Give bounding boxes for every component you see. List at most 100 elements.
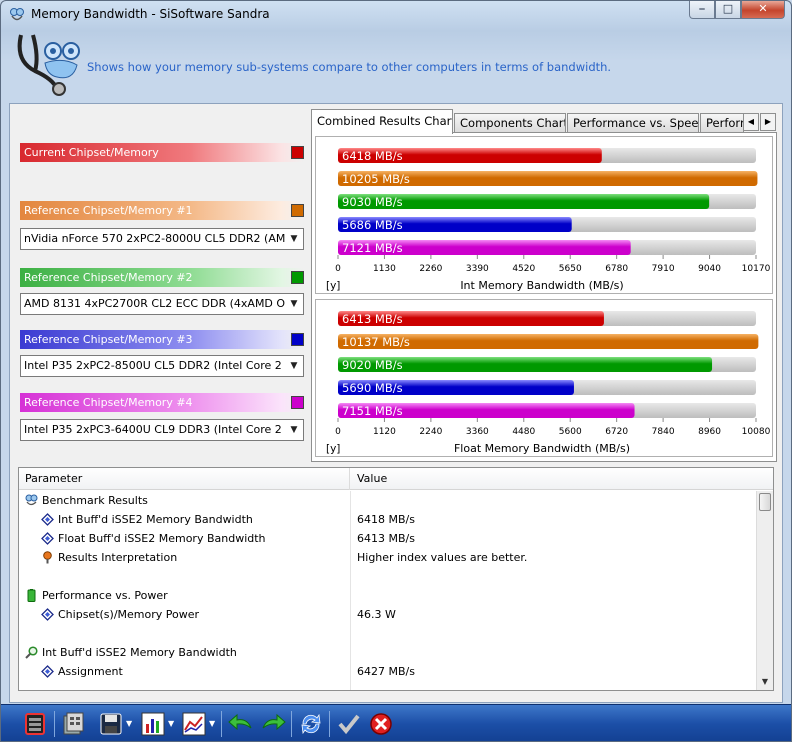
current-chipset-text: Current Chipset/Memory bbox=[24, 146, 159, 159]
bar-value-label: 6418 MB/s bbox=[342, 149, 403, 163]
bar-value-label: 10205 MB/s bbox=[342, 172, 410, 186]
tab-scroll-right-icon[interactable]: ▶ bbox=[760, 113, 776, 131]
tick-label: 8960 bbox=[698, 427, 721, 437]
int-bandwidth-chart: 6418 MB/s 10205 MB/s 9030 MB/s 5686 MB/s 712… bbox=[315, 136, 773, 294]
tick-label: 7910 bbox=[652, 264, 675, 274]
refresh-icon[interactable] bbox=[297, 710, 325, 738]
close-button[interactable]: ✕ bbox=[741, 1, 785, 19]
chevron-down-icon[interactable]: ▼ bbox=[285, 229, 303, 249]
tick-label: 10170 bbox=[742, 264, 771, 274]
tick-label: 2240 bbox=[419, 427, 442, 437]
line-chart-icon[interactable] bbox=[180, 710, 208, 738]
toolbar-separator bbox=[329, 711, 330, 737]
parameter-cell: Int Buff'd iSSE2 Memory Bandwidth bbox=[42, 646, 237, 659]
report-icon[interactable] bbox=[59, 710, 87, 738]
parameter-cell: Performance vs. Power bbox=[42, 589, 168, 602]
tab-performance-vs-speed[interactable]: Performance vs. Speed bbox=[567, 113, 699, 133]
tick-label: 2260 bbox=[419, 264, 442, 274]
title-bar: Memory Bandwidth - SiSoftware Sandra ⎯ □… bbox=[1, 1, 791, 29]
bar-value-label: 9030 MB/s bbox=[342, 195, 403, 209]
tick-label: 3390 bbox=[466, 264, 489, 274]
sandra-app-icon bbox=[10, 8, 24, 21]
minimize-button[interactable]: ⎯ bbox=[689, 1, 715, 19]
tab-scroll-left-icon[interactable]: ◀ bbox=[743, 113, 759, 131]
table-row[interactable]: Int Buff'd iSSE2 Memory Bandwidth 6418 MB… bbox=[19, 510, 756, 529]
bar-chart-icon[interactable] bbox=[139, 710, 167, 738]
table-row[interactable]: Float Buff'd iSSE2 Memory Bandwidth 6413 … bbox=[19, 529, 756, 548]
forward-icon[interactable] bbox=[259, 710, 287, 738]
reference-4-color-swatch[interactable] bbox=[291, 396, 304, 409]
reference-3-color-swatch[interactable] bbox=[291, 333, 304, 346]
reference-4-text: Reference Chipset/Memory #4 bbox=[24, 396, 193, 409]
main-content: Current Chipset/Memory Reference Chipset… bbox=[9, 103, 783, 703]
value-cell: Higher index values are better. bbox=[357, 551, 528, 564]
reference-1-color-swatch[interactable] bbox=[291, 204, 304, 217]
table-row[interactable] bbox=[19, 567, 756, 586]
reference-4-selected: Intel P35 2xPC3-6400U CL9 DDR3 (Intel Co… bbox=[24, 423, 286, 436]
memory-module-icon[interactable] bbox=[21, 710, 49, 738]
reference-3-select[interactable]: Intel P35 2xPC2-8500U CL5 DDR2 (Intel Co… bbox=[20, 355, 304, 377]
tick-label: 1130 bbox=[373, 264, 396, 274]
chevron-down-icon[interactable]: ▼ bbox=[285, 420, 303, 440]
diamond-icon bbox=[41, 513, 54, 526]
reference-3-text: Reference Chipset/Memory #3 bbox=[24, 333, 193, 346]
x-axis-label: Int Memory Bandwidth (MB/s) bbox=[460, 279, 623, 292]
table-row[interactable]: Assignment 6427 MB/s bbox=[19, 662, 756, 681]
grid-vertical-scrollbar[interactable]: ▲ ▼ bbox=[756, 491, 773, 690]
parameter-cell: Float Buff'd iSSE2 Memory Bandwidth bbox=[58, 532, 266, 545]
reference-4-select[interactable]: Intel P35 2xPC3-6400U CL9 DDR3 (Intel Co… bbox=[20, 419, 304, 441]
maximize-button[interactable]: □ bbox=[715, 1, 741, 19]
tick-label: 4520 bbox=[512, 264, 535, 274]
value-cell: 6427 MB/s bbox=[357, 665, 415, 678]
parameter-column-header[interactable]: Parameter bbox=[19, 468, 350, 490]
scroll-down-icon[interactable]: ▼ bbox=[757, 674, 773, 690]
bar-value-label: 9020 MB/s bbox=[342, 358, 403, 372]
diamond-icon bbox=[41, 665, 54, 678]
tick-label: 9040 bbox=[698, 264, 721, 274]
line-chart-dropdown-icon[interactable]: ▼ bbox=[209, 717, 217, 731]
results-grid: Parameter Value Benchmark Results Int Buf… bbox=[18, 467, 774, 691]
ok-check-icon[interactable] bbox=[335, 710, 363, 738]
cancel-icon[interactable] bbox=[367, 710, 395, 738]
reference-2-color-swatch[interactable] bbox=[291, 271, 304, 284]
reference-2-selected: AMD 8131 4xPC2700R CL2 ECC DDR (4xAMD Op… bbox=[24, 297, 286, 310]
back-icon[interactable] bbox=[227, 710, 255, 738]
table-row[interactable] bbox=[19, 624, 756, 643]
reference-3-selected: Intel P35 2xPC2-8500U CL5 DDR2 (Intel Co… bbox=[24, 359, 286, 372]
parameter-cell: Int Buff'd iSSE2 Memory Bandwidth bbox=[58, 513, 253, 526]
tab-performance-partial[interactable]: Perform bbox=[700, 113, 744, 133]
table-row[interactable]: Int Buff'd iSSE2 Memory Bandwidth bbox=[19, 643, 756, 662]
value-column-header[interactable]: Value bbox=[351, 468, 387, 490]
float-bandwidth-chart: 6413 MB/s 10137 MB/s 9020 MB/s 5690 MB/s 715… bbox=[315, 299, 773, 457]
table-row[interactable]: Performance vs. Power bbox=[19, 586, 756, 605]
x-axis-label: Float Memory Bandwidth (MB/s) bbox=[454, 442, 630, 455]
window-controls: ⎯ □ ✕ bbox=[689, 1, 785, 19]
tick-label: 1120 bbox=[373, 427, 396, 437]
reference-2-select[interactable]: AMD 8131 4xPC2700R CL2 ECC DDR (4xAMD Op… bbox=[20, 293, 304, 315]
tick-label: 6780 bbox=[605, 264, 628, 274]
reference-1-select[interactable]: nVidia nForce 570 2xPC2-8000U CL5 DDR2 (… bbox=[20, 228, 304, 250]
tick-label: 6720 bbox=[605, 427, 628, 437]
magnifier-icon bbox=[25, 646, 38, 659]
reference-4-label: Reference Chipset/Memory #4 bbox=[20, 393, 304, 412]
scrollbar-thumb[interactable] bbox=[759, 493, 771, 511]
save-dropdown-icon[interactable]: ▼ bbox=[126, 717, 134, 731]
save-icon[interactable] bbox=[97, 710, 125, 738]
current-color-swatch[interactable] bbox=[291, 146, 304, 159]
table-row[interactable]: Chipset(s)/Memory Power 46.3 W bbox=[19, 605, 756, 624]
table-row[interactable]: Benchmark Results bbox=[19, 491, 756, 510]
reference-1-selected: nVidia nForce 570 2xPC2-8000U CL5 DDR2 (… bbox=[24, 232, 286, 245]
table-row[interactable]: Results Interpretation Higher index value… bbox=[19, 548, 756, 567]
bar-chart-dropdown-icon[interactable]: ▼ bbox=[168, 717, 176, 731]
tab-combined-results-chart[interactable]: Combined Results Chart bbox=[311, 109, 453, 134]
y-axis-label: [y] bbox=[326, 443, 340, 455]
bar-value-label: 5690 MB/s bbox=[342, 381, 403, 395]
parameter-cell: Assignment bbox=[58, 665, 123, 678]
pin-icon bbox=[41, 551, 54, 564]
reference-1-label: Reference Chipset/Memory #1 bbox=[20, 201, 304, 220]
tick-label: 3360 bbox=[466, 427, 489, 437]
tab-components-chart[interactable]: Components Chart bbox=[454, 113, 566, 133]
chevron-down-icon[interactable]: ▼ bbox=[285, 294, 303, 314]
chevron-down-icon[interactable]: ▼ bbox=[285, 356, 303, 376]
header: Shows how your memory sub-systems compar… bbox=[9, 29, 783, 101]
